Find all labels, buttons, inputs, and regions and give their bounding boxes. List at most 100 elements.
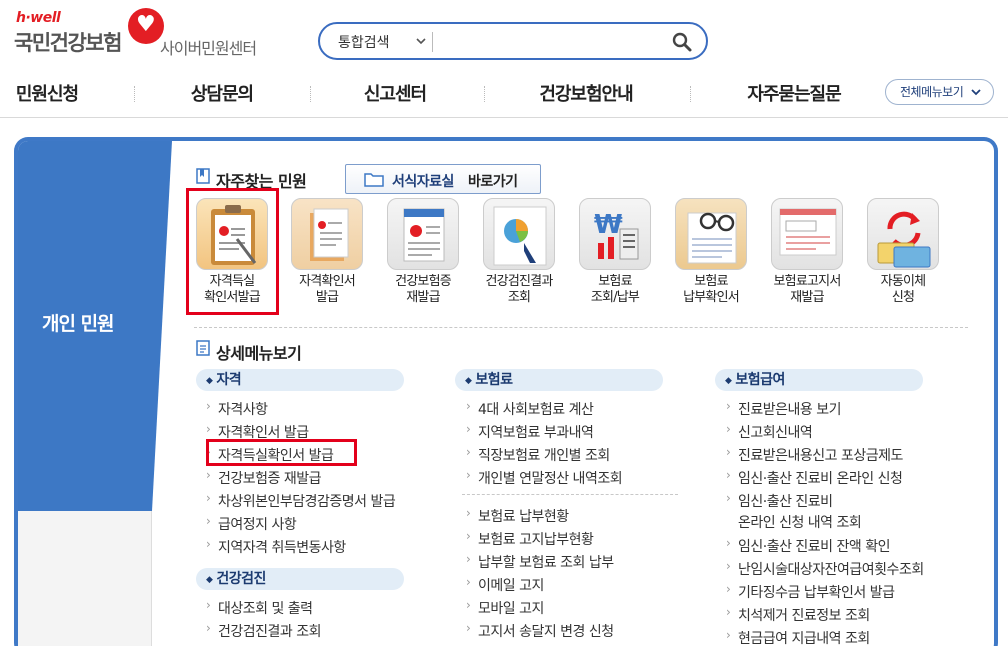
section-divider: [194, 327, 968, 328]
quick-label-line2: 조회/납부: [590, 290, 640, 305]
search-bar: 통합검색: [318, 22, 708, 60]
highlight-frame: [186, 188, 279, 315]
menu-link-continued[interactable]: 온라인 신청 내역 조회: [738, 512, 862, 532]
category-label: 보험료: [475, 372, 513, 388]
quick-label-line1: 건강검진결과: [485, 274, 554, 289]
menu-link[interactable]: 난임시술대상자잔여급여횟수조회: [726, 559, 924, 579]
quick-payment-confirmation[interactable]: 보험료 납부확인서: [668, 196, 754, 316]
menu-link[interactable]: 직장보험료 개인별 조회: [466, 445, 610, 465]
gnb-divider: [690, 86, 691, 102]
menu-link[interactable]: 이메일 고지: [466, 575, 544, 595]
chevron-down-icon: [971, 89, 981, 96]
menu-link[interactable]: 진료받은내용신고 포상금제도: [726, 445, 903, 465]
quick-label-line2: 재발급: [790, 290, 824, 305]
menu-link[interactable]: 임신·출산 진료비 잔액 확인: [726, 536, 890, 556]
highlight-frame: [206, 439, 357, 466]
search-icon[interactable]: [670, 30, 694, 54]
logo-subtitle: 사이버민원센터: [160, 39, 257, 58]
gnb-divider: [134, 86, 135, 102]
diamond-icon: ◆: [206, 575, 213, 585]
menu-link[interactable]: 납부할 보험료 조회 납부: [466, 552, 614, 572]
category-health-checkup: ◆ 건강검진: [196, 568, 404, 590]
quick-premium-payment[interactable]: ₩ 보험료 조회/납부: [572, 196, 658, 316]
quick-label: 보험료고지서 재발급: [764, 274, 850, 306]
quick-auto-transfer[interactable]: 자동이체 신청: [860, 196, 946, 316]
quick-icon-box: [387, 198, 459, 270]
menu-link[interactable]: 보험료 납부현황: [466, 506, 569, 526]
menu-link[interactable]: 지역자격 취득변동사항: [206, 537, 346, 557]
menu-link[interactable]: 신고회신내역: [726, 422, 813, 442]
quick-label: 보험료 조회/납부: [572, 274, 658, 306]
logo-hwell: h·well: [16, 10, 61, 26]
folder-icon: [364, 173, 384, 187]
quick-label: 보험료 납부확인서: [668, 274, 754, 306]
detail-section-title: 상세메뉴보기: [216, 344, 302, 363]
site-logo[interactable]: h·well 국민건강보험 사이버민원센터: [14, 8, 274, 60]
menu-link[interactable]: 건강보험증 재발급: [206, 468, 322, 488]
quick-checkup-results[interactable]: 건강검진결과 조회: [476, 196, 562, 316]
menu-link[interactable]: 건강검진결과 조회: [206, 621, 322, 641]
search-input[interactable]: [440, 29, 660, 55]
forms-library-label: 서식자료실: [392, 174, 454, 190]
documents-icon: [310, 208, 349, 261]
gnb-divider: [310, 86, 311, 102]
document-icon: [196, 340, 210, 356]
quick-icon-box: ₩: [579, 198, 651, 270]
menu-link[interactable]: 임신·출산 진료비 온라인 신청: [726, 468, 903, 488]
quick-icon-box: [291, 198, 363, 270]
quick-label-line1: 보험료: [598, 274, 632, 289]
menu-link[interactable]: 현금급여 지급내역 조회: [726, 628, 870, 646]
side-tab-personal[interactable]: 개인 민원: [18, 141, 172, 511]
gnb-item-consultation[interactable]: 상담문의: [186, 80, 258, 106]
search-scope-label: 통합검색: [338, 35, 390, 51]
menu-link[interactable]: 고지서 송달지 변경 신청: [466, 621, 614, 641]
diamond-icon: ◆: [465, 376, 472, 386]
diamond-icon: ◆: [206, 376, 213, 386]
quick-label-line1: 보험료고지서: [773, 274, 842, 289]
menu-link[interactable]: 기타징수금 납부확인서 발급: [726, 582, 895, 602]
all-menu-button[interactable]: 전체메뉴보기: [885, 79, 994, 105]
quick-insurance-card-reissue[interactable]: 건강보험증 재발급: [380, 196, 466, 316]
category-qualification: ◆ 자격: [196, 369, 404, 391]
quick-label-line2: 납부확인서: [683, 290, 740, 305]
quick-label: 자격확인서 발급: [284, 274, 370, 306]
menu-link[interactable]: 모바일 고지: [466, 598, 544, 618]
quick-icon-box: [867, 198, 939, 270]
gnb-item-complaint-request[interactable]: 민원신청: [12, 80, 82, 106]
quick-label-line1: 보험료: [694, 274, 728, 289]
menu-link[interactable]: 급여정지 사항: [206, 514, 297, 534]
forms-library-button[interactable]: 서식자료실 바로가기: [345, 164, 541, 194]
menu-link[interactable]: 대상조회 및 출력: [206, 598, 313, 618]
menu-link[interactable]: 4대 사회보험료 계산: [466, 399, 594, 419]
side-tab-label: 개인 민원: [42, 313, 115, 335]
gnb-item-report-center[interactable]: 신고센터: [358, 80, 432, 106]
menu-link[interactable]: 자격사항: [206, 399, 268, 419]
quick-bill-reissue[interactable]: 보험료고지서 재발급: [764, 196, 850, 316]
menu-link[interactable]: 진료받은내용 보기: [726, 399, 842, 419]
menu-link[interactable]: 개인별 연말정산 내역조회: [466, 468, 623, 488]
category-premium: ◆ 보험료: [455, 369, 663, 391]
quick-label: 자동이체 신청: [860, 274, 946, 306]
quick-label-line2: 신청: [891, 290, 915, 305]
gnb-item-insurance-guide[interactable]: 건강보험안내: [532, 80, 640, 106]
quick-label-line1: 건강보험증: [395, 274, 452, 289]
refresh-card-icon: [877, 211, 931, 268]
menu-link[interactable]: 지역보험료 부과내역: [466, 422, 594, 442]
menu-link[interactable]: 임신·출산 진료비: [726, 491, 833, 511]
quick-label-line2: 발급: [315, 290, 339, 305]
gnb-divider: [484, 86, 485, 102]
quick-label-line1: 자격확인서: [299, 274, 356, 289]
glasses-document-icon: [687, 212, 737, 264]
svg-text:₩: ₩: [594, 210, 623, 240]
menu-link[interactable]: 차상위본인부담경감증명서 발급: [206, 491, 396, 511]
list-divider: [462, 494, 678, 495]
menu-link[interactable]: 치석제거 진료정보 조회: [726, 605, 870, 625]
quick-qualification-certificate[interactable]: 자격확인서 발급: [284, 196, 370, 316]
quick-label: 건강검진결과 조회: [476, 274, 562, 306]
won-chart-icon: ₩: [594, 210, 639, 260]
gnb-item-faq[interactable]: 자주묻는질문: [740, 80, 848, 106]
search-scope-select[interactable]: 통합검색: [338, 32, 434, 52]
menu-link[interactable]: 보험료 고지납부현황: [466, 529, 594, 549]
category-label: 보험급여: [735, 372, 785, 388]
quick-label-line2: 재발급: [406, 290, 440, 305]
